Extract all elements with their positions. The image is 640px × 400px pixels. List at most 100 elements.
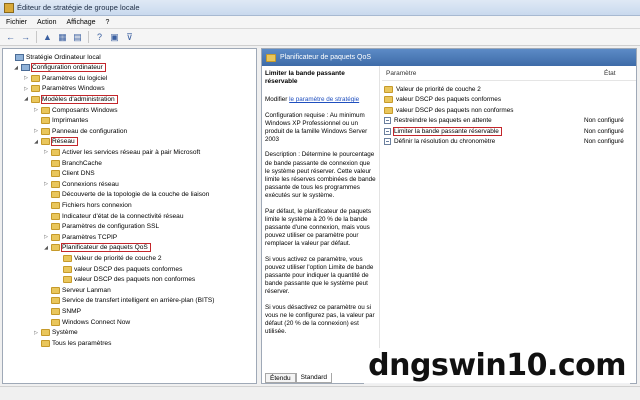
list-item[interactable]: valeur DSCP des paquets non conformes — [384, 105, 636, 115]
tree-item[interactable]: BranchCache — [43, 158, 102, 168]
menu-fichier[interactable]: Fichier — [6, 19, 27, 26]
tree-item-label: Tous les paramètres — [52, 339, 112, 347]
policy-setting-icon — [384, 127, 391, 135]
folder-icon — [51, 244, 60, 252]
tree-item[interactable]: Windows Connect Now — [43, 317, 130, 327]
tree-item[interactable]: Tous les paramètres — [33, 338, 111, 348]
tree-item[interactable]: ▷ Composants Windows — [33, 105, 118, 115]
tree-item-label: SNMP — [62, 307, 82, 315]
list-item[interactable]: Définir la résolution du chronomètre Non … — [384, 137, 636, 147]
tree-item[interactable]: ◢ Planificateur de paquets QoS — [43, 243, 151, 253]
tree-item-label: Configuration ordinateur — [31, 63, 106, 73]
tree-item[interactable]: SNMP — [43, 306, 81, 316]
expander-icon[interactable]: ◢ — [13, 65, 19, 71]
edit-prefix: Modifier — [265, 96, 288, 104]
list-item-label: Définir la résolution du chronomètre — [394, 138, 496, 145]
tree-item[interactable]: ▷ Panneau de configuration — [33, 126, 127, 136]
tree-item-label: Paramètres du logiciel — [42, 74, 108, 82]
up-icon[interactable]: ▲ — [41, 31, 54, 44]
folder-icon — [51, 286, 60, 294]
list-item-name: Valeur de priorité de couche 2 — [384, 85, 584, 93]
folder-icon — [51, 191, 60, 199]
details-header-title: Planificateur de paquets QoS — [280, 54, 372, 61]
tree-item[interactable]: ◢ Réseau — [33, 137, 78, 147]
window-title: Éditeur de stratégie de groupe locale — [17, 3, 140, 12]
expander-icon[interactable]: ▷ — [33, 330, 39, 336]
expander-icon[interactable]: ◢ — [43, 245, 49, 251]
expander-icon[interactable]: ▷ — [23, 86, 29, 92]
computer-icon — [15, 53, 24, 61]
list-item[interactable]: Limiter la bande passante réservable Non … — [384, 126, 636, 136]
folder-icon — [51, 148, 60, 156]
tree-item[interactable]: ▷ Paramètres TCPIP — [43, 232, 117, 242]
list-item[interactable]: valeur DSCP des paquets conformes — [384, 95, 636, 105]
tab-extended[interactable]: Étendu — [265, 373, 296, 383]
policy-title: Limiter la bande passante réservable — [265, 70, 345, 86]
list-item[interactable]: Valeur de priorité de couche 2 — [384, 84, 636, 94]
expander-icon[interactable]: ◢ — [33, 139, 39, 145]
folder-icon — [63, 276, 72, 284]
tree-item-label: Paramètres de configuration SSL — [62, 223, 160, 231]
expander-icon[interactable]: ▷ — [23, 75, 29, 81]
tree-item[interactable]: ▷ Paramètres Windows — [23, 84, 105, 94]
tree-item-label: BranchCache — [62, 159, 102, 167]
tree-item[interactable]: ▷ Activer les services réseau pair à pair… — [43, 147, 200, 157]
properties-icon[interactable]: ▣ — [108, 31, 121, 44]
expander-icon[interactable]: ▷ — [33, 128, 39, 134]
menu-action[interactable]: Action — [37, 19, 56, 26]
list-item[interactable]: Restreindre les paquets en attente Non co… — [384, 116, 636, 126]
column-header-state[interactable]: État — [604, 70, 616, 77]
tree-item-label: Découverte de la topologie de la couche … — [62, 191, 210, 199]
details-header: Planificateur de paquets QoS — [262, 49, 636, 66]
tree-item[interactable]: ▷ Paramètres du logiciel — [23, 73, 107, 83]
column-header-setting[interactable]: Paramètre — [386, 70, 416, 77]
tree-item[interactable]: Découverte de la topologie de la couche … — [43, 190, 209, 200]
tree-item[interactable]: valeur DSCP des paquets non conformes — [55, 275, 195, 285]
folder-icon — [41, 138, 50, 146]
expander-icon[interactable]: ◢ — [23, 96, 29, 102]
tree-item[interactable]: Fichiers hors connexion — [43, 200, 132, 210]
tree-item[interactable]: ◢ Modèles d'administration — [23, 94, 118, 104]
tab-standard[interactable]: Standard — [295, 373, 332, 383]
tree-item[interactable]: Imprimantes — [33, 116, 88, 126]
tree-item-label: Indicateur d'état de la connectivité rés… — [62, 212, 184, 220]
menu-help[interactable]: ? — [106, 19, 110, 26]
folder-icon — [31, 85, 40, 93]
tree-item[interactable]: Service de transfert intelligent en arri… — [43, 296, 214, 306]
tree-item-label: Activer les services réseau pair à pair … — [62, 148, 201, 156]
tree-item-label: valeur DSCP des paquets non conformes — [74, 276, 196, 284]
expander-icon[interactable]: ▷ — [33, 107, 39, 113]
filter-icon[interactable]: ⊽ — [123, 31, 136, 44]
forward-icon[interactable]: → — [19, 31, 32, 44]
tree-item[interactable]: Paramètres de configuration SSL — [43, 222, 159, 232]
help-icon[interactable]: ? — [93, 31, 106, 44]
console-tree[interactable]: Stratégie Ordinateur local ◢ Configuration… — [2, 48, 257, 384]
toolbar-separator — [36, 31, 37, 43]
show-hide-tree-icon[interactable]: ▦ — [56, 31, 69, 44]
edit-policy-link[interactable]: le paramètre de stratégie — [289, 96, 359, 103]
extended-description: Limiter la bande passante réservable Mod… — [262, 66, 380, 371]
tree-item[interactable]: Indicateur d'état de la connectivité rés… — [43, 211, 184, 221]
tree-item[interactable]: Client DNS — [43, 169, 95, 179]
tree-item[interactable]: Stratégie Ordinateur local — [7, 52, 101, 62]
list-item-state: Non configuré — [584, 138, 624, 145]
expander-icon[interactable]: ▷ — [43, 149, 49, 155]
tree-item[interactable]: valeur DSCP des paquets conformes — [55, 264, 182, 274]
tree-item-label: Panneau de configuration — [52, 127, 128, 135]
menu-affichage[interactable]: Affichage — [66, 19, 95, 26]
tree-item-label: Serveur Lanman — [62, 286, 111, 294]
edit-policy-line: Modifier le paramètre de stratégie — [265, 96, 376, 104]
site-watermark: dngswin10.com — [364, 348, 630, 384]
back-icon[interactable]: ← — [4, 31, 17, 44]
tree-item[interactable]: ▷ Connexions réseau — [43, 179, 119, 189]
expander-icon[interactable]: ▷ — [43, 234, 49, 240]
expander-icon[interactable]: ▷ — [43, 181, 49, 187]
folder-icon — [63, 254, 72, 262]
export-list-icon[interactable]: ▤ — [71, 31, 84, 44]
tree-item[interactable]: ▷ Système — [33, 328, 78, 338]
tree-item[interactable]: Serveur Lanman — [43, 285, 111, 295]
tree-item[interactable]: ◢ Configuration ordinateur — [13, 63, 106, 73]
view-tabs: Étendu Standard — [265, 373, 332, 383]
list-item-state: Non configuré — [584, 127, 624, 135]
tree-item[interactable]: Valeur de priorité de couche 2 — [55, 253, 161, 263]
